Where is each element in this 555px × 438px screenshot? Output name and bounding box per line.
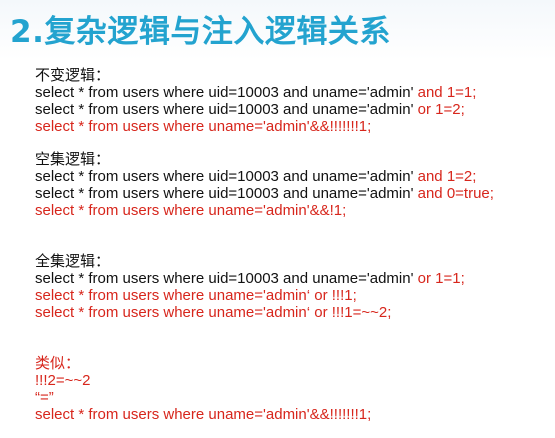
sql-line: select * from users where uid=10003 and … xyxy=(35,185,550,202)
slide-title: 2.复杂逻辑与注入逻辑关系 xyxy=(10,14,391,50)
expression-line: “=” xyxy=(35,389,54,406)
sql-tail: and 1=1; xyxy=(413,84,477,101)
sql-line-injection: select * from users where uname='admin'&… xyxy=(35,406,372,423)
sql-line-injection: select * from users where uname='admin'&… xyxy=(35,202,347,219)
sql-text: select * from users where uid=10003 and … xyxy=(35,84,414,101)
sql-tail: or 1=1; xyxy=(413,270,465,287)
slide: 2.复杂逻辑与注入逻辑关系 不变逻辑： select * from users … xyxy=(0,0,555,438)
section-invariant-logic: 不变逻辑： select * from users where uid=1000… xyxy=(35,66,550,135)
sql-line: select * from users where uid=10003 and … xyxy=(35,270,550,287)
sql-text: select * from users where uid=10003 and … xyxy=(35,270,414,287)
sql-line: select * from users where uid=10003 and … xyxy=(35,168,550,185)
sql-line-injection: select * from users where uname='admin‘ … xyxy=(35,287,357,304)
sql-text: select * from users where uid=10003 and … xyxy=(35,101,414,118)
section-universal-set-logic: 全集逻辑： select * from users where uid=1000… xyxy=(35,252,550,321)
sql-line: select * from users where uid=10003 and … xyxy=(35,84,550,101)
sql-text: select * from users where uid=10003 and … xyxy=(35,168,414,185)
section-heading: 空集逻辑： xyxy=(35,150,111,168)
sql-tail: or 1=2; xyxy=(413,101,465,118)
slide-content: 不变逻辑： select * from users where uid=1000… xyxy=(35,66,550,423)
sql-tail: and 1=2; xyxy=(413,168,477,185)
section-heading: 不变逻辑： xyxy=(35,66,111,84)
sql-line: select * from users where uid=10003 and … xyxy=(35,101,550,118)
sql-text: select * from users where uid=10003 and … xyxy=(35,185,414,202)
sql-line-injection: select * from users where uname='admin'&… xyxy=(35,118,372,135)
section-empty-set-logic: 空集逻辑： select * from users where uid=1000… xyxy=(35,150,550,219)
expression-line: !!!2=~~2 xyxy=(35,372,91,389)
section-similar: 类似： !!!2=~~2 “=” select * from users whe… xyxy=(35,354,550,423)
section-heading: 类似： xyxy=(35,354,81,372)
sql-tail: and 0=true; xyxy=(413,185,494,202)
section-heading: 全集逻辑： xyxy=(35,252,111,270)
sql-line-injection: select * from users where uname='admin‘ … xyxy=(35,304,392,321)
